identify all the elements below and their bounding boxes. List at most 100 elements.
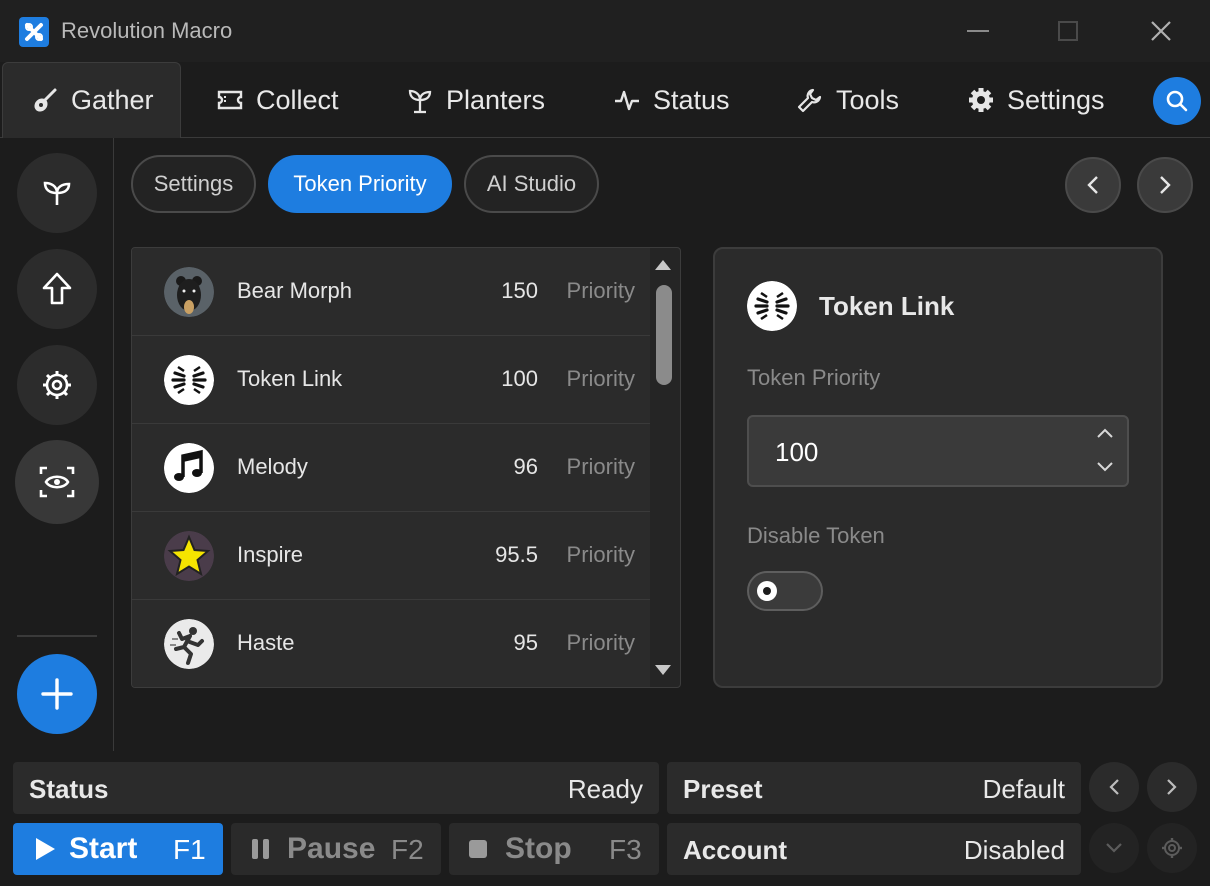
account-dropdown-button[interactable] bbox=[1089, 823, 1139, 873]
subtab-token-priority[interactable]: Token Priority bbox=[268, 155, 452, 213]
chevron-right-icon bbox=[1160, 176, 1171, 194]
preset-next-button[interactable] bbox=[1147, 762, 1197, 812]
scroll-thumb[interactable] bbox=[656, 285, 672, 385]
running-man-icon bbox=[164, 619, 214, 669]
sidebar-upload-button[interactable] bbox=[17, 249, 97, 329]
tab-planters[interactable]: Planters bbox=[406, 62, 545, 138]
token-priority-input[interactable]: 100 bbox=[747, 415, 1129, 487]
wrench-icon bbox=[797, 88, 822, 113]
plus-icon bbox=[41, 678, 73, 710]
token-name: Inspire bbox=[237, 542, 304, 567]
main-tab-bar: Gather Collect Planters Status Tools Set… bbox=[0, 62, 1210, 138]
token-priority-label: Token Priority bbox=[747, 365, 881, 390]
music-note-icon bbox=[164, 443, 214, 493]
chevron-left-icon bbox=[1087, 176, 1098, 194]
token-name: Token Link bbox=[237, 366, 343, 391]
account-box[interactable]: Account Disabled bbox=[667, 823, 1081, 875]
tab-settings[interactable]: Settings bbox=[967, 62, 1105, 138]
guitar-icon bbox=[34, 88, 57, 112]
title-bar: Revolution Macro bbox=[0, 0, 1210, 62]
tab-status-label: Status bbox=[653, 84, 730, 115]
account-label: Account bbox=[683, 835, 787, 865]
increment-chevron-icon[interactable] bbox=[1095, 425, 1115, 441]
pause-icon bbox=[252, 839, 269, 859]
maximize-button[interactable] bbox=[1048, 14, 1088, 48]
detail-title: Token Link bbox=[819, 291, 955, 321]
tab-tools[interactable]: Tools bbox=[796, 62, 899, 138]
start-button[interactable]: Start F1 bbox=[13, 823, 223, 875]
chevron-right-icon bbox=[1167, 779, 1177, 795]
subtab-token-priority-label: Token Priority bbox=[293, 171, 427, 196]
sidebar bbox=[0, 138, 114, 751]
tab-gather[interactable]: Gather bbox=[2, 62, 181, 138]
ticket-icon bbox=[217, 90, 243, 110]
account-value: Disabled bbox=[963, 835, 1065, 865]
start-label: Start bbox=[69, 832, 138, 865]
add-button[interactable] bbox=[17, 654, 97, 734]
minimize-button[interactable] bbox=[958, 14, 998, 48]
status-label: Status bbox=[29, 774, 109, 804]
account-settings-button[interactable] bbox=[1147, 823, 1197, 873]
chevron-down-icon bbox=[1106, 843, 1122, 853]
tab-collect-label: Collect bbox=[256, 84, 339, 115]
token-priority-input-value: 100 bbox=[775, 437, 819, 467]
sidebar-vision-button[interactable] bbox=[15, 440, 99, 524]
priority-label: Priority bbox=[566, 366, 635, 391]
search-button[interactable] bbox=[1153, 77, 1201, 125]
eye-scan-icon bbox=[39, 466, 75, 498]
scroll-up-arrow-icon[interactable] bbox=[654, 258, 672, 272]
list-item[interactable]: Haste 95 Priority bbox=[132, 600, 650, 687]
next-page-button[interactable] bbox=[1137, 157, 1193, 213]
subtab-ai-studio[interactable]: AI Studio bbox=[464, 155, 599, 213]
token-list: Bear Morph 150 Priority Token Link 100 P… bbox=[131, 247, 681, 688]
token-detail-panel: Token Link Token Priority 100 Disable To… bbox=[713, 247, 1163, 688]
token-priority-value: 150 bbox=[501, 278, 538, 303]
token-link-icon bbox=[164, 355, 214, 405]
priority-label: Priority bbox=[566, 278, 635, 303]
token-name: Melody bbox=[237, 454, 308, 479]
token-name: Bear Morph bbox=[237, 278, 352, 303]
app-title: Revolution Macro bbox=[61, 18, 233, 43]
sidebar-planters-button[interactable] bbox=[17, 153, 97, 233]
list-item[interactable]: Inspire 95.5 Priority bbox=[132, 512, 650, 600]
preset-box[interactable]: Preset Default bbox=[667, 762, 1081, 814]
list-item[interactable]: Token Link 100 Priority bbox=[132, 336, 650, 424]
list-item[interactable]: Bear Morph 150 Priority bbox=[132, 248, 650, 336]
close-button[interactable] bbox=[1141, 14, 1181, 48]
play-icon bbox=[36, 838, 55, 860]
pause-label: Pause bbox=[287, 832, 376, 865]
token-link-icon bbox=[747, 281, 797, 331]
preset-prev-button[interactable] bbox=[1089, 762, 1139, 812]
star-icon bbox=[164, 531, 214, 581]
scroll-down-arrow-icon[interactable] bbox=[654, 663, 672, 677]
pause-button[interactable]: Pause F2 bbox=[231, 823, 441, 875]
sprout-icon bbox=[43, 181, 71, 205]
disable-token-toggle[interactable] bbox=[747, 571, 823, 611]
list-item[interactable]: Melody 96 Priority bbox=[132, 424, 650, 512]
subtab-settings[interactable]: Settings bbox=[131, 155, 256, 213]
token-priority-value: 95.5 bbox=[495, 542, 538, 567]
tab-gather-label: Gather bbox=[71, 85, 154, 115]
preset-label: Preset bbox=[683, 774, 763, 804]
stop-button[interactable]: Stop F3 bbox=[449, 823, 659, 875]
tab-collect[interactable]: Collect bbox=[216, 62, 339, 138]
tab-tools-label: Tools bbox=[836, 84, 900, 115]
pulse-icon bbox=[615, 90, 639, 111]
prev-page-button[interactable] bbox=[1065, 157, 1121, 213]
token-name: Haste bbox=[237, 630, 295, 655]
subtab-settings-label: Settings bbox=[153, 171, 234, 196]
tab-settings-label: Settings bbox=[1007, 84, 1105, 115]
pause-hotkey: F2 bbox=[391, 834, 424, 865]
tab-status[interactable]: Status bbox=[613, 62, 730, 138]
priority-label: Priority bbox=[566, 630, 635, 655]
sidebar-settings-button[interactable] bbox=[17, 345, 97, 425]
decrement-chevron-icon[interactable] bbox=[1095, 459, 1115, 475]
stop-label: Stop bbox=[505, 832, 572, 865]
subtab-ai-studio-label: AI Studio bbox=[486, 171, 577, 196]
toggle-knob bbox=[757, 581, 777, 601]
priority-label: Priority bbox=[566, 454, 635, 479]
arrow-up-icon bbox=[42, 272, 72, 305]
stop-hotkey: F3 bbox=[609, 834, 642, 865]
preset-value: Default bbox=[982, 774, 1065, 804]
priority-label: Priority bbox=[566, 542, 635, 567]
